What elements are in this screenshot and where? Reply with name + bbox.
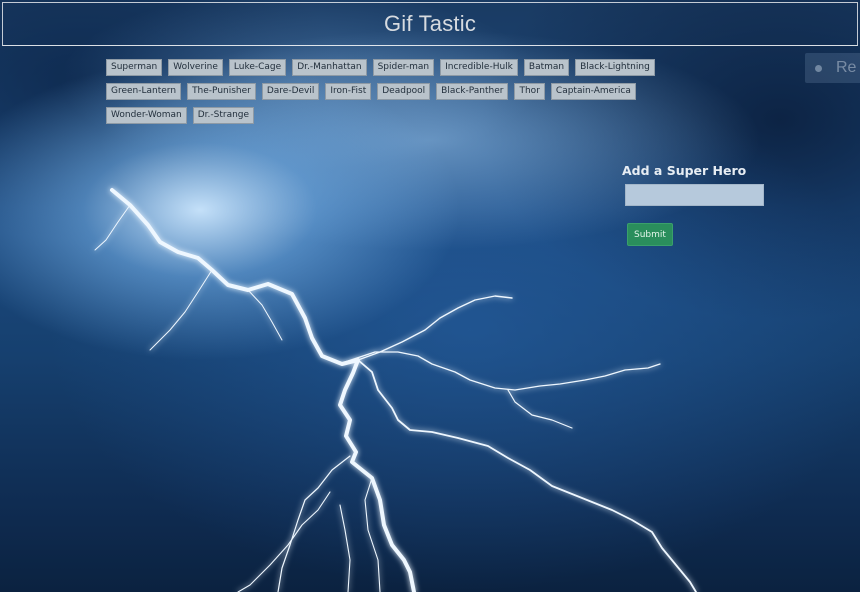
overlay-text: Re <box>836 59 857 76</box>
submit-button[interactable]: Submit <box>627 223 673 246</box>
hero-name-input[interactable] <box>625 184 764 206</box>
hero-button-dr-strange[interactable]: Dr.-Strange <box>192 107 255 124</box>
hero-button-wonder-woman[interactable]: Wonder-Woman <box>106 107 187 124</box>
page-title: Gif Tastic <box>383 11 477 36</box>
hero-button-dare-devil[interactable]: Dare-Devil <box>261 83 320 100</box>
hero-button-wolverine[interactable]: Wolverine <box>168 59 223 76</box>
add-hero-form: Add a Super Hero Submit <box>622 163 782 246</box>
hero-button-green-lantern[interactable]: Green-Lantern <box>106 83 182 100</box>
hero-button-spider-man[interactable]: Spider-man <box>372 59 435 76</box>
hero-button-incredible-hulk[interactable]: Incredible-Hulk <box>440 59 518 76</box>
hero-button-black-panther[interactable]: Black-Panther <box>436 83 509 100</box>
hero-button-batman[interactable]: Batman <box>523 59 570 76</box>
add-hero-title: Add a Super Hero <box>622 163 747 178</box>
hero-button-black-lightning[interactable]: Black-Lightning <box>575 59 655 76</box>
hero-button-deadpool[interactable]: Deadpool <box>377 83 431 100</box>
hero-button-thor[interactable]: Thor <box>514 83 545 100</box>
hero-button-the-punisher[interactable]: The-Punisher <box>187 83 256 100</box>
dot-icon <box>815 64 822 72</box>
hero-button-list: Superman Wolverine Luke-Cage Dr.-Manhatt… <box>106 59 716 124</box>
hero-button-iron-fist[interactable]: Iron-Fist <box>325 83 372 100</box>
hero-button-captain-america[interactable]: Captain-America <box>550 83 636 100</box>
app-header: Gif Tastic <box>2 2 858 46</box>
hero-button-superman[interactable]: Superman <box>106 59 163 76</box>
hero-button-luke-cage[interactable]: Luke-Cage <box>228 59 287 76</box>
hero-button-dr-manhattan[interactable]: Dr.-Manhattan <box>292 59 367 76</box>
partially-visible-overlay: Re <box>805 53 860 83</box>
